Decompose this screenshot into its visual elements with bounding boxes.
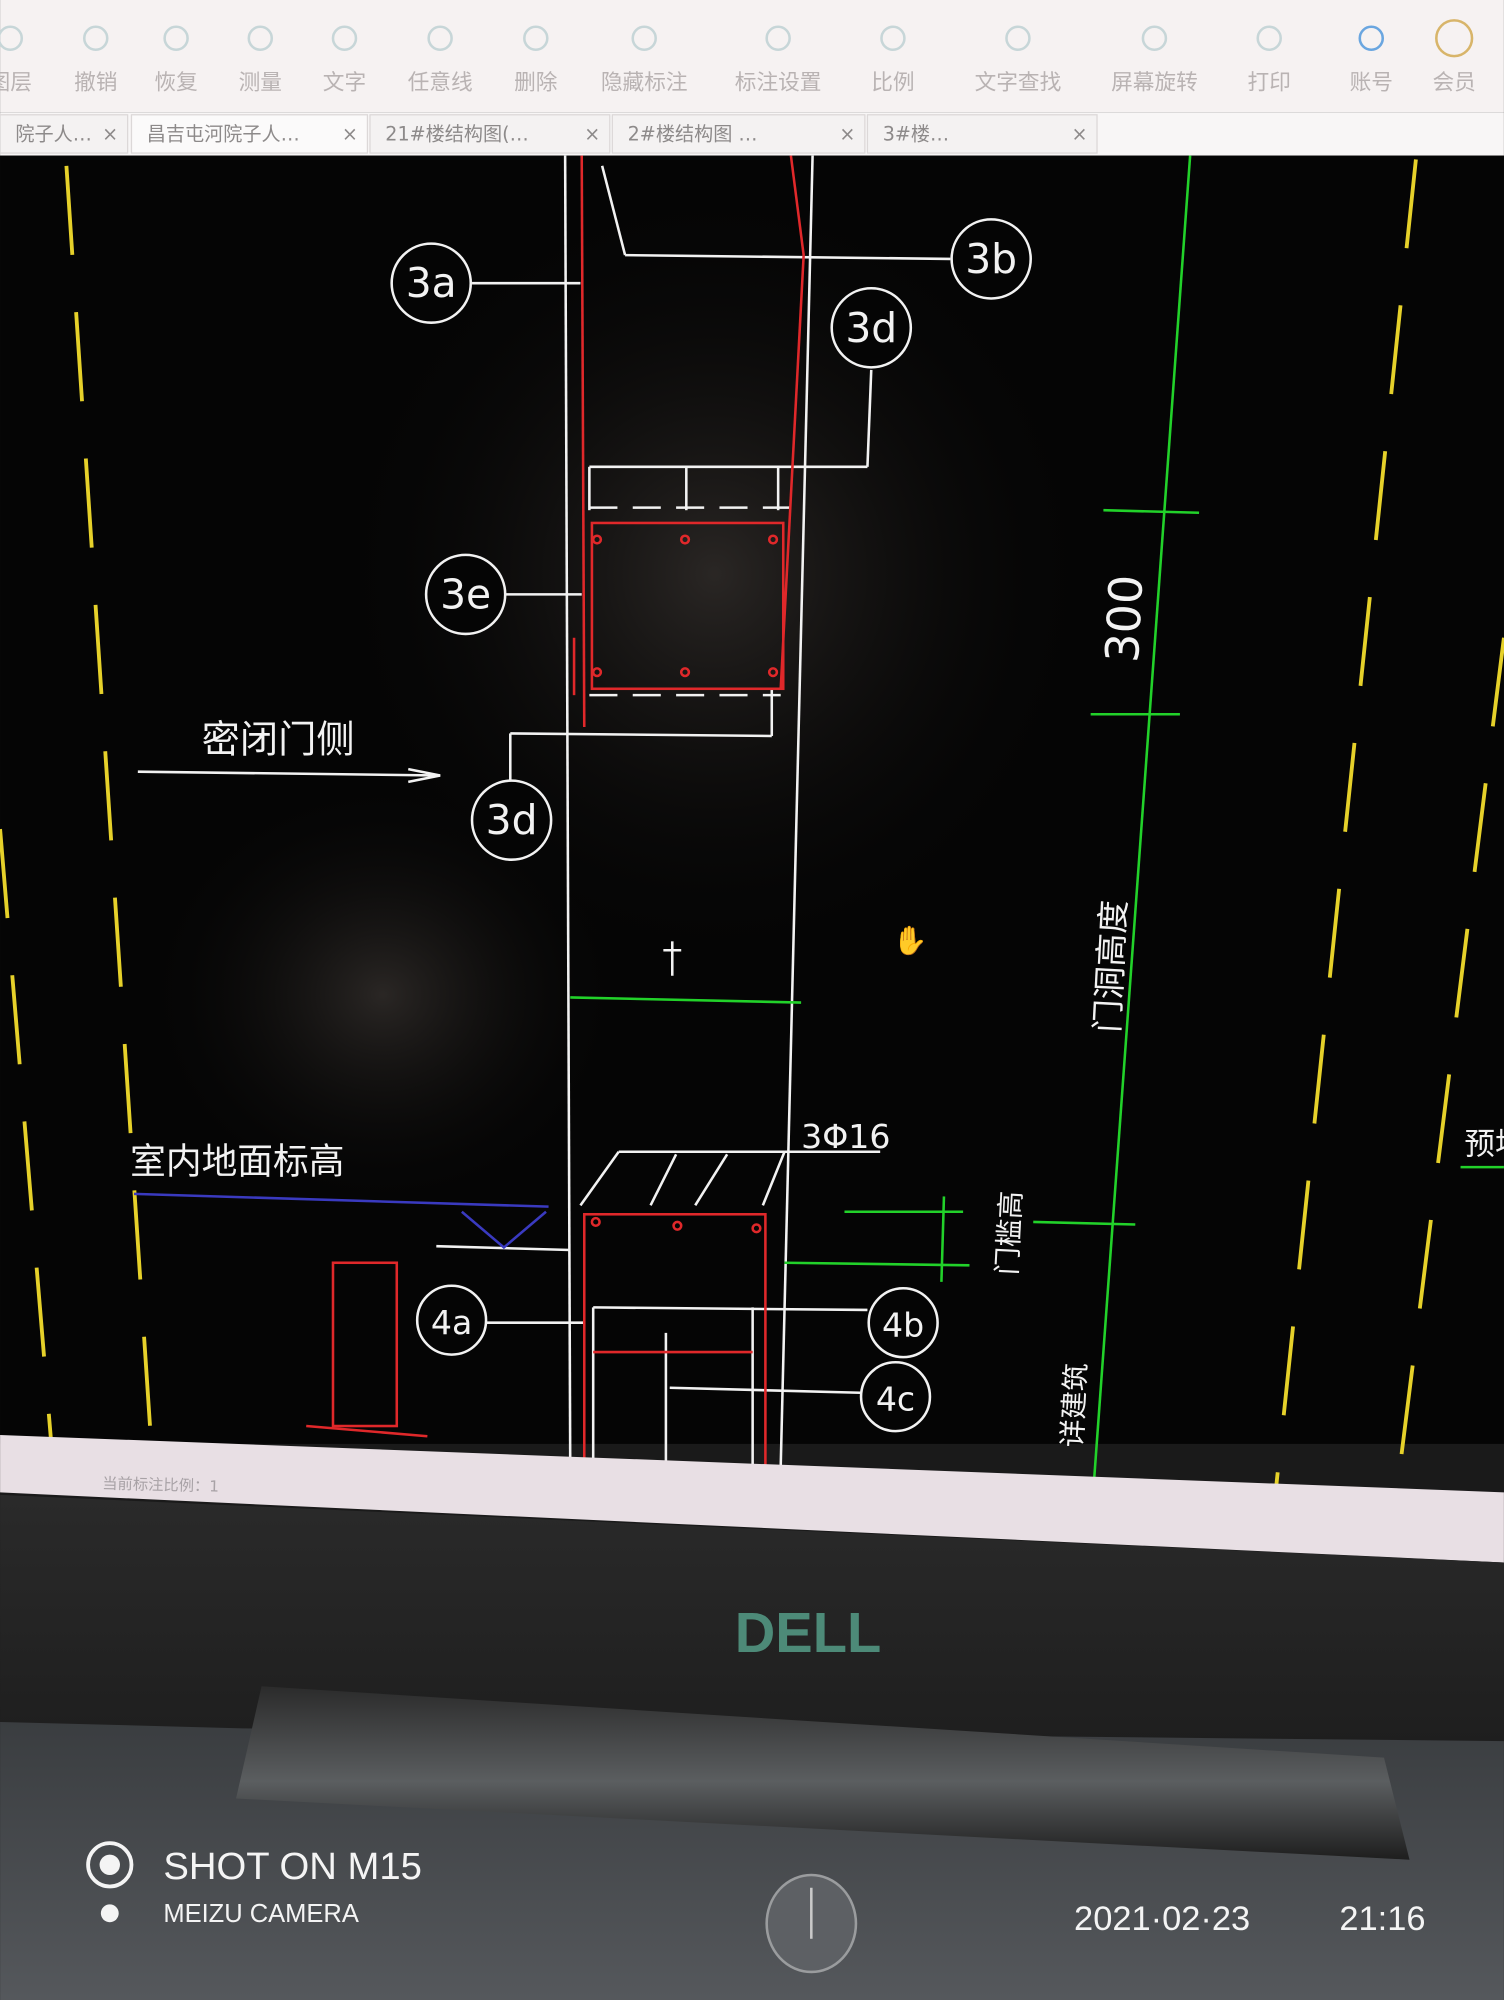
- photo-of-laptop-screen: 图层撤销恢复测量文字任意线删除隐藏标注标注设置比例文字查找屏幕旋转打印账号会员 …: [0, 0, 1504, 2000]
- callout-3e: 3e: [424, 553, 507, 636]
- tab-label: 院子人…: [15, 122, 92, 145]
- scale-status: 当前标注比例：1: [102, 1475, 219, 1496]
- callout-4a: 4a: [415, 1284, 488, 1356]
- tab-close-icon[interactable]: ×: [102, 122, 118, 145]
- rebar-label: 3Φ16: [801, 1117, 890, 1156]
- document-tab[interactable]: 2#楼结构图 … ×: [611, 114, 866, 154]
- callout-label: 4a: [431, 1303, 472, 1342]
- callout-3d: 3d: [830, 286, 913, 369]
- tab-close-icon[interactable]: ×: [1072, 122, 1088, 145]
- watermark-date: 2021·02·23: [1074, 1900, 1250, 1938]
- camera-dot-icon: [100, 1904, 119, 1923]
- callout-label: 4c: [876, 1380, 915, 1419]
- callout-4c: 4c: [859, 1360, 932, 1433]
- sill-height-label: 门槛高: [991, 1190, 1028, 1276]
- door-side-label: 密闭门侧: [202, 718, 355, 763]
- tab-label: 3#楼…: [883, 122, 949, 145]
- toolbar-label: 比例: [871, 70, 914, 95]
- tab-close-icon[interactable]: ×: [342, 122, 358, 145]
- callout-label: 3d: [486, 796, 538, 844]
- watermark-model: SHOT ON M15: [163, 1845, 422, 1888]
- document-tab[interactable]: 21#楼结构图(… ×: [369, 114, 611, 154]
- toolbar-label: 文字查找: [975, 70, 1062, 95]
- door-height-label: 门洞高度: [1088, 899, 1134, 1033]
- toolbar-label: 账号: [1350, 70, 1393, 95]
- see-architecture-label: 详建筑: [1056, 1362, 1093, 1448]
- document-tab[interactable]: 3#楼… ×: [866, 114, 1098, 154]
- document-tab[interactable]: 昌吉屯河院子人… ×: [130, 114, 369, 154]
- toolbar-label: 恢复: [154, 70, 197, 95]
- tab-label: 21#楼结构图(…: [385, 122, 528, 145]
- callout-label: 3e: [440, 570, 491, 618]
- document-tab[interactable]: 院子人… ×: [0, 114, 129, 154]
- callout-3a: 3a: [390, 242, 473, 324]
- callout-3d: 3d: [470, 779, 553, 861]
- toolbar-label: 撤销: [74, 70, 117, 95]
- toolbar-label: 测量: [239, 70, 282, 95]
- embed-label: 预埋: [1464, 1127, 1504, 1162]
- watermark-time: 21:16: [1339, 1900, 1425, 1938]
- toolbar-label: 会员: [1432, 70, 1475, 95]
- callout-label: 3b: [965, 235, 1017, 283]
- callout-4b: 4b: [867, 1286, 939, 1359]
- toolbar-label: 隐藏标注: [601, 70, 688, 95]
- dimension-300: 300: [1095, 574, 1154, 664]
- toolbar-label: 任意线: [408, 70, 473, 95]
- callout-3b: 3b: [950, 218, 1032, 300]
- dell-logo: DELL: [735, 1601, 882, 1664]
- callout-label: 3a: [406, 259, 457, 307]
- floor-elevation-label: 室内地面标高: [130, 1141, 344, 1182]
- toolbar-label: 标注设置: [735, 70, 822, 95]
- tab-close-icon[interactable]: ×: [584, 122, 600, 145]
- toolbar: [0, 0, 1504, 113]
- tab-label: 2#楼结构图 …: [628, 122, 758, 145]
- toolbar-label: 图层: [0, 70, 32, 95]
- toolbar-label: 打印: [1248, 70, 1291, 95]
- tab-label: 昌吉屯河院子人…: [147, 122, 300, 145]
- hand-cursor-icon: ✋: [893, 924, 928, 957]
- callout-label: 3d: [845, 304, 897, 352]
- callout-label: 4b: [882, 1306, 924, 1345]
- toolbar-label: 屏幕旋转: [1111, 70, 1198, 95]
- toolbar-label: 文字: [323, 70, 366, 95]
- watermark-brand: MEIZU CAMERA: [163, 1900, 359, 1928]
- tab-close-icon[interactable]: ×: [839, 122, 855, 145]
- toolbar-label: 删除: [514, 70, 558, 95]
